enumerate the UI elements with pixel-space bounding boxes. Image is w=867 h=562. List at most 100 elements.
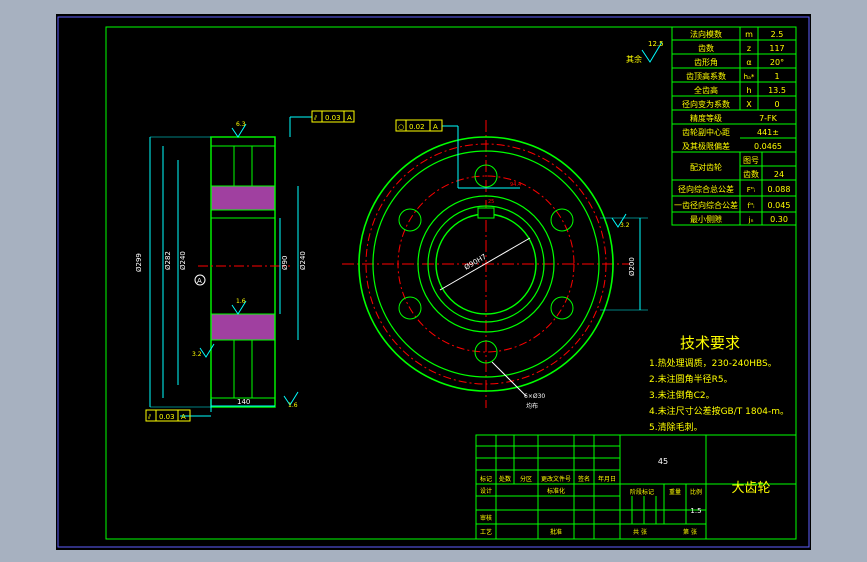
drawing-title: 大齿轮 xyxy=(731,481,770,496)
parameter-table: 法向模数 m 2.5 齿数 z 117 齿形角 α 20° 齿顶高系数 hₐ* … xyxy=(671,26,797,226)
technical-requirements: 技术要求 1.热处理调质，230-240HBS。 2.未注圆角半径R5。 3.未… xyxy=(649,334,789,433)
dim-hub-od: Ø240 xyxy=(179,251,187,270)
roughness-top: 6.3 xyxy=(236,121,246,128)
keyway xyxy=(210,209,276,219)
tb-label: 分区 xyxy=(520,475,532,483)
lightening-hole-bottom xyxy=(233,339,253,399)
tb-weight: 重量 xyxy=(669,488,681,496)
roughness-side: 3.2 xyxy=(620,222,630,229)
roughness-face: 1.6 xyxy=(288,402,298,409)
tb-design: 设计 xyxy=(480,487,492,495)
param-value: 7-FK xyxy=(759,114,778,123)
param-value: 0.0465 xyxy=(754,142,782,151)
fcf-datum: A xyxy=(181,413,186,421)
bolt-hole xyxy=(550,296,574,320)
dim-hub-length: Ø240 xyxy=(299,251,307,270)
param-value: 13.5 xyxy=(768,86,786,95)
mating-value: 24 xyxy=(774,170,784,179)
tb-label: 年月日 xyxy=(598,475,616,483)
cad-application: Ø299 Ø282 Ø240 Ø90 Ø240 140 A 6.3 1.6 3.… xyxy=(0,0,867,562)
roughness-note: 其余 xyxy=(626,54,642,64)
param-symbol: X xyxy=(746,100,752,109)
param-symbol: h xyxy=(746,86,751,95)
lightening-hole-top xyxy=(233,145,253,187)
general-roughness: 其余 12.5 xyxy=(626,40,664,64)
drawing-canvas[interactable]: Ø299 Ø282 Ø240 Ø90 Ø240 140 A 6.3 1.6 3.… xyxy=(56,14,811,550)
param-symbol: hₐ* xyxy=(744,73,755,81)
param-value: 20° xyxy=(770,58,784,67)
param-value: 441± xyxy=(757,128,779,137)
hatch-web-top xyxy=(210,185,276,211)
param-value: 117 xyxy=(769,44,784,53)
title-block: 标记 处数 分区 更改文件号 签名 年月日 设计 标准化 审核 工艺 批准 45… xyxy=(475,434,797,540)
dim-keyway-depth: 94.4 xyxy=(510,182,521,188)
param-value: 1 xyxy=(774,72,779,81)
fcf-symbol: ○ xyxy=(398,123,404,131)
requirement-item: 4.未注尺寸公差按GB/T 1804-m。 xyxy=(649,405,789,417)
param-name: 齿形角 xyxy=(694,57,718,67)
tb-sheet-total: 共 张 xyxy=(633,528,647,536)
table-border xyxy=(671,26,797,226)
roughness-value: 12.5 xyxy=(648,40,664,48)
param-name: 径向变为系数 xyxy=(682,99,730,109)
tol-symbol: F"ᵢ xyxy=(747,186,756,194)
mating-key: 齿数 xyxy=(743,169,759,179)
param-value: 2.5 xyxy=(771,30,784,39)
fcf-top: ⫽ 0.03 A xyxy=(311,110,355,123)
fcf-bottom: ⫽ 0.03 A xyxy=(145,409,191,422)
tb-review: 审核 xyxy=(480,514,492,522)
roughness-icon xyxy=(199,343,215,358)
hole-callout: 6×Ø30 xyxy=(524,393,545,400)
roughness-bore: 1.6 xyxy=(236,298,246,305)
param-name: 全齿高 xyxy=(694,85,718,95)
keyway-slot xyxy=(477,207,495,219)
mating-key: 图号 xyxy=(743,156,759,165)
front-view: Ø90H7 94.4 25 Ø200 3.2 6×Ø30 均布 ○ 0.02 A xyxy=(342,119,648,410)
tb-material: 45 xyxy=(658,457,668,466)
mating-label: 配对齿轮 xyxy=(690,162,722,172)
tb-standard: 标准化 xyxy=(547,487,565,495)
dim-root: Ø282 xyxy=(164,251,172,270)
param-name: 及其极限偏差 xyxy=(682,141,730,151)
dim-bore: Ø90 xyxy=(281,256,289,270)
bolt-hole xyxy=(550,208,574,232)
fcf-datum: A xyxy=(347,114,352,122)
tb-sheet-no: 第 张 xyxy=(683,528,697,536)
fcf-symbol: ⫽ xyxy=(313,114,318,122)
tb-stage: 阶段标记 xyxy=(630,488,654,496)
tol-symbol: f"ᵢ xyxy=(748,202,755,210)
tol-name: 径向综合总公差 xyxy=(678,184,734,194)
tb-scale-label: 比例 xyxy=(690,488,702,496)
dim-hole-pcd: Ø200 xyxy=(628,257,636,276)
fcf-value: 0.03 xyxy=(159,413,175,421)
param-name: 齿顶高系数 xyxy=(686,71,726,81)
param-name: 齿数 xyxy=(698,43,714,53)
tb-label: 签名 xyxy=(578,475,590,483)
gear-outline xyxy=(210,136,276,408)
fcf-datum: A xyxy=(433,123,438,131)
param-name: 精度等级 xyxy=(690,113,722,123)
dim-bore: Ø90H7 xyxy=(463,253,488,272)
requirement-item: 5.清除毛刺。 xyxy=(649,421,703,433)
datum-label: A xyxy=(197,277,202,285)
section-view: Ø299 Ø282 Ø240 Ø90 Ø240 140 A 6.3 1.6 3.… xyxy=(135,110,355,422)
param-name: 齿轮副中心距 xyxy=(682,127,730,137)
hole-note: 均布 xyxy=(526,402,538,410)
tol-value: 0.30 xyxy=(770,215,788,224)
dim-width: 140 xyxy=(237,398,250,406)
fcf-symbol: ⫽ xyxy=(147,413,152,421)
tol-value: 0.045 xyxy=(768,201,791,210)
tol-value: 0.088 xyxy=(768,185,791,194)
requirement-item: 3.未注倒角C2。 xyxy=(649,389,715,401)
tb-approve: 批准 xyxy=(550,528,562,536)
tb-scale: 1.5 xyxy=(690,507,701,515)
dim-keyway-width: 25 xyxy=(488,199,494,205)
tol-name: 最小侧隙 xyxy=(690,214,722,224)
requirements-title: 技术要求 xyxy=(680,334,740,352)
tb-label: 更改文件号 xyxy=(541,475,571,483)
tb-process: 工艺 xyxy=(480,528,492,536)
requirement-item: 2.未注圆角半径R5。 xyxy=(649,373,733,385)
hatch-web-bottom xyxy=(210,313,276,341)
fcf-circularity: ○ 0.02 A xyxy=(395,119,443,132)
roughness-hub: 3.2 xyxy=(192,351,202,358)
